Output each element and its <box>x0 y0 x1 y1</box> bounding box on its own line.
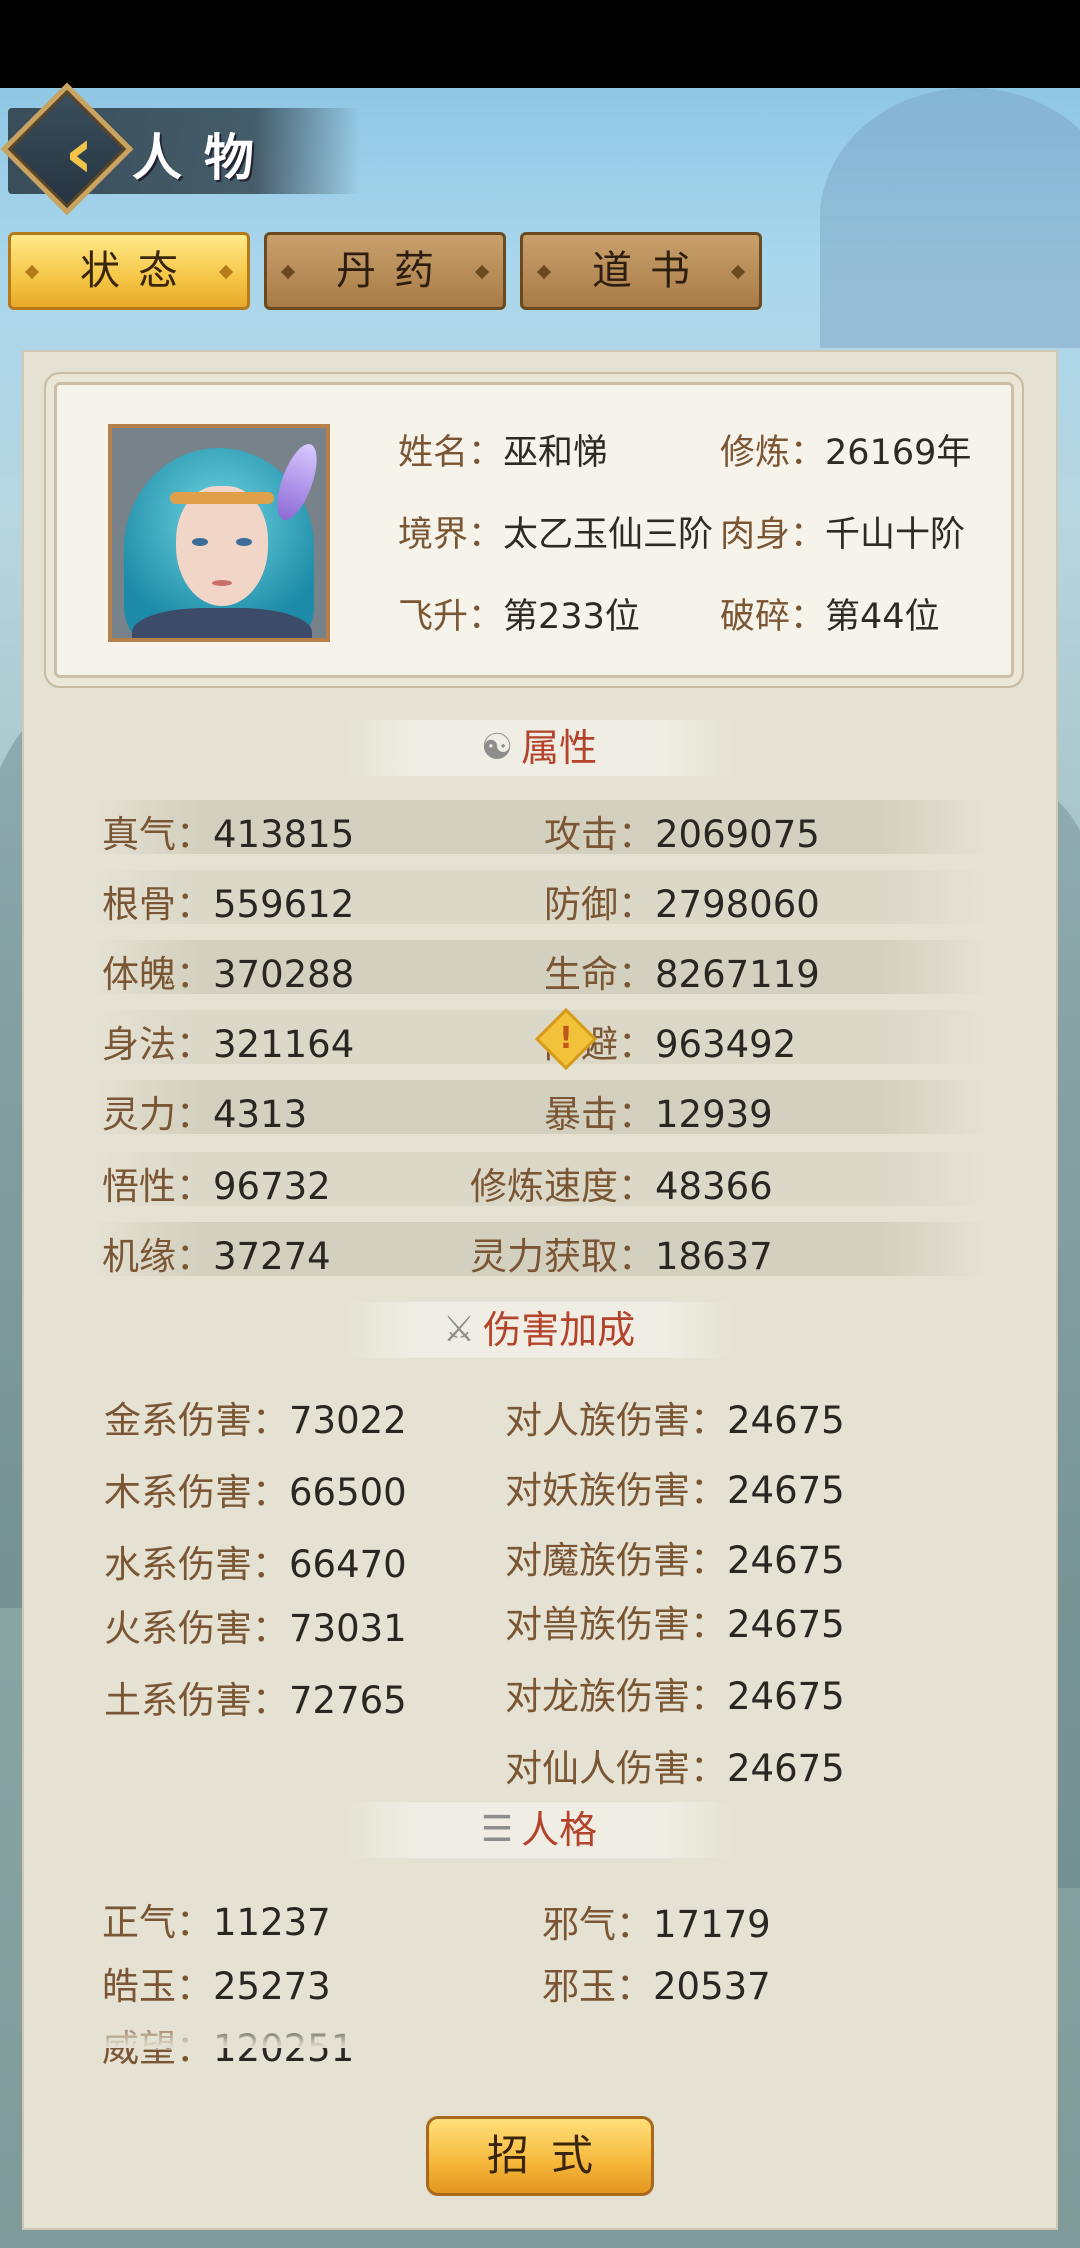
damage-right-0: 对人族伤害：24675 <box>505 1399 845 1442</box>
attr-right-1: 防御：2798060 <box>544 883 820 926</box>
damage-left-3: 火系伤害：73031 <box>104 1607 407 1650</box>
profile-shatter-rank: 破碎：第44位 <box>720 597 940 637</box>
attr-right-3: 闪避：963492 <box>544 1023 797 1066</box>
attributes-header: ☯ 属性 <box>344 720 734 776</box>
profile-ascend-rank: 飞升：第233位 <box>398 597 640 637</box>
profile-realm: 境界：太乙玉仙三阶 <box>398 515 714 555</box>
warning-mark[interactable]: ! <box>544 1016 588 1060</box>
list-fade <box>60 2018 1020 2048</box>
attr-left-0: 真气：413815 <box>102 813 355 856</box>
status-bar <box>0 0 1080 88</box>
attr-left-5: 悟性：96732 <box>102 1165 331 1208</box>
scroll-icon: ☰ <box>480 1809 514 1850</box>
page-title: 人物 <box>132 128 276 187</box>
attr-left-3: 身法：321164 <box>102 1023 355 1066</box>
character-avatar[interactable] <box>108 424 330 642</box>
attr-left-2: 体魄：370288 <box>102 953 355 996</box>
attr-right-6: 灵力获取：18637 <box>470 1235 773 1278</box>
damage-right-5: 对仙人伤害：24675 <box>505 1747 845 1790</box>
attr-left-1: 根骨：559612 <box>102 883 355 926</box>
tab-books[interactable]: 道书 <box>520 232 762 310</box>
profile-cultivation: 修炼：26169年 <box>720 433 972 473</box>
damage-header: ⚔ 伤害加成 <box>344 1302 734 1358</box>
chevron-left-icon[interactable]: ‹ <box>44 118 114 188</box>
attr-left-6: 机缘：37274 <box>102 1235 331 1278</box>
skills-button[interactable]: 招式 <box>426 2116 654 2196</box>
profile-body: 肉身：千山十阶 <box>720 515 966 555</box>
damage-right-4: 对龙族伤害：24675 <box>505 1675 845 1718</box>
damage-right-1: 对妖族伤害：24675 <box>505 1469 845 1512</box>
personality-left-0: 正气：11237 <box>102 1901 331 1944</box>
attr-right-4: 暴击：12939 <box>544 1093 773 1136</box>
personality-right-0: 邪气：17179 <box>542 1903 771 1946</box>
personality-left-1: 皓玉：25273 <box>102 1965 331 2008</box>
damage-left-0: 金系伤害：73022 <box>104 1399 407 1442</box>
tab-status[interactable]: 状态 <box>8 232 250 310</box>
attr-left-4: 灵力：4313 <box>102 1093 308 1136</box>
personality-right-1: 邪玉：20537 <box>542 1965 771 2008</box>
personality-header: ☰ 人格 <box>344 1802 734 1858</box>
crossed-swords-icon: ⚔ <box>442 1309 476 1350</box>
attr-right-2: 生命：8267119 <box>544 953 820 996</box>
damage-left-4: 土系伤害：72765 <box>104 1679 407 1722</box>
damage-left-1: 木系伤害：66500 <box>104 1471 407 1514</box>
attr-right-0: 攻击：2069075 <box>544 813 820 856</box>
attr-right-5: 修炼速度：48366 <box>470 1165 773 1208</box>
yin-yang-icon: ☯ <box>480 727 514 768</box>
damage-left-2: 水系伤害：66470 <box>104 1543 407 1586</box>
damage-right-2: 对魔族伤害：24675 <box>505 1539 845 1582</box>
profile-name: 姓名：巫和悌 <box>398 433 609 473</box>
damage-right-3: 对兽族伤害：24675 <box>505 1603 845 1646</box>
tab-pills[interactable]: 丹药 <box>264 232 506 310</box>
